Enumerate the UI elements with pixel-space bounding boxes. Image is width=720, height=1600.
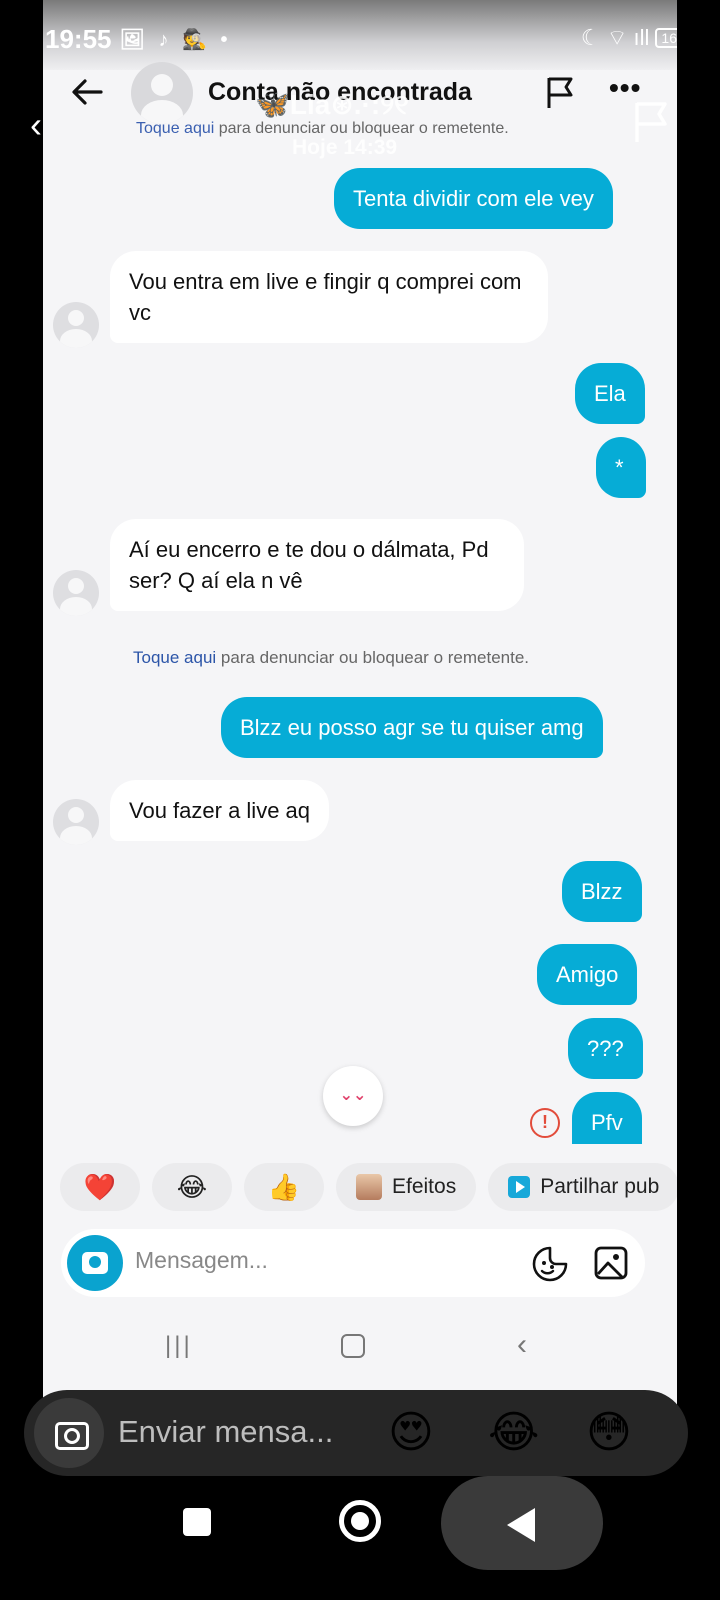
- effects-label: Efeitos: [392, 1175, 457, 1198]
- home-icon[interactable]: [341, 1334, 365, 1358]
- message-incoming[interactable]: Vou entra em live e fingir q comprei com…: [110, 251, 548, 343]
- system-navigation-bar: [0, 1476, 720, 1600]
- chat-screen: 19:55 🖼 ♪ 🕵 • ☾ ⌔ ıll 16 Conta não encon…: [43, 0, 677, 1408]
- quick-reply-laugh[interactable]: 😂: [152, 1163, 232, 1211]
- notification-icons: 🖼 ♪ 🕵 •: [119, 29, 232, 51]
- story-time: Hoje 14:39: [292, 136, 398, 159]
- share-post-chip[interactable]: Partilhar pub: [488, 1163, 677, 1211]
- home-circle-icon[interactable]: [339, 1500, 381, 1542]
- story-back-icon[interactable]: ‹: [30, 104, 42, 146]
- story-flag-icon[interactable]: [632, 100, 672, 144]
- status-time: 19:55: [45, 24, 112, 54]
- quick-reply-bar: ❤️ 😂 👍 Efeitos Partilhar pub: [60, 1163, 677, 1211]
- signal-icons: ☾ ⌔ ıll: [580, 25, 650, 50]
- quick-reply-thumbs-up[interactable]: 👍: [244, 1163, 324, 1211]
- message-outgoing[interactable]: Ela: [575, 363, 645, 424]
- story-reply-bar: Enviar mensa... 😍 😂 😳: [24, 1390, 688, 1476]
- emoji-laugh-button[interactable]: 😂: [488, 1408, 539, 1458]
- message-outgoing-failed[interactable]: Pfv: [572, 1092, 642, 1144]
- report-link[interactable]: Toque aqui: [133, 648, 216, 667]
- message-input[interactable]: Mensagem...: [135, 1247, 268, 1274]
- alert-circle-icon[interactable]: !: [530, 1108, 560, 1138]
- story-reply-input[interactable]: Enviar mensa...: [118, 1414, 333, 1450]
- quick-reply-heart[interactable]: ❤️: [60, 1163, 140, 1211]
- report-notice: Toque aqui para denunciar ou bloquear o …: [133, 648, 529, 668]
- report-text-top: para denunciar ou bloquear o remetente.: [214, 120, 509, 137]
- recents-square-icon[interactable]: [183, 1508, 211, 1536]
- message-outgoing[interactable]: Blzz eu posso agr se tu quiser amg: [221, 697, 603, 758]
- share-label: Partilhar pub: [540, 1175, 660, 1198]
- play-icon: [508, 1176, 531, 1198]
- message-outgoing[interactable]: Amigo: [537, 944, 638, 1005]
- message-outgoing[interactable]: Tenta dividir com ele vey: [334, 168, 613, 229]
- sender-avatar: [53, 570, 99, 616]
- contact-avatar[interactable]: [131, 62, 193, 124]
- report-link-top[interactable]: Toque aqui: [136, 120, 214, 137]
- message-outgoing[interactable]: *: [596, 437, 646, 498]
- emoji-heart-eyes-button[interactable]: 😍: [388, 1408, 434, 1458]
- chevron-double-down-icon[interactable]: ⌄⌄: [323, 1066, 383, 1126]
- sender-avatar: [53, 302, 99, 348]
- sender-avatar: [53, 799, 99, 845]
- effects-thumbnail-icon: [356, 1174, 382, 1200]
- message-composer: Mensagem...: [61, 1229, 645, 1297]
- sticker-icon[interactable]: [531, 1245, 569, 1283]
- message-incoming[interactable]: Aí eu encerro e te dou o dálmata, Pd ser…: [110, 519, 524, 611]
- message-outgoing[interactable]: Blzz: [562, 861, 642, 922]
- message-incoming[interactable]: Vou fazer a live aq: [110, 780, 330, 841]
- back-icon[interactable]: ‹: [517, 1328, 527, 1362]
- back-arrow-icon[interactable]: [67, 72, 107, 112]
- camera-icon[interactable]: [67, 1235, 123, 1291]
- recents-icon[interactable]: |||: [165, 1332, 193, 1360]
- image-icon[interactable]: [593, 1245, 629, 1281]
- battery-indicator: 16: [655, 28, 677, 48]
- effects-chip[interactable]: Efeitos: [336, 1163, 477, 1211]
- emoji-flushed-button[interactable]: 😳: [586, 1408, 632, 1458]
- report-flag-icon[interactable]: [543, 74, 579, 110]
- message-outgoing[interactable]: ???: [568, 1018, 643, 1079]
- back-triangle-icon[interactable]: [507, 1508, 535, 1542]
- inner-navigation-bar: ||| ‹: [43, 1318, 677, 1378]
- story-author: 🦋Lia⊛.·:୨୧: [255, 89, 409, 120]
- camera-icon[interactable]: [34, 1398, 104, 1468]
- report-text: para denunciar ou bloquear o remetente.: [216, 648, 530, 667]
